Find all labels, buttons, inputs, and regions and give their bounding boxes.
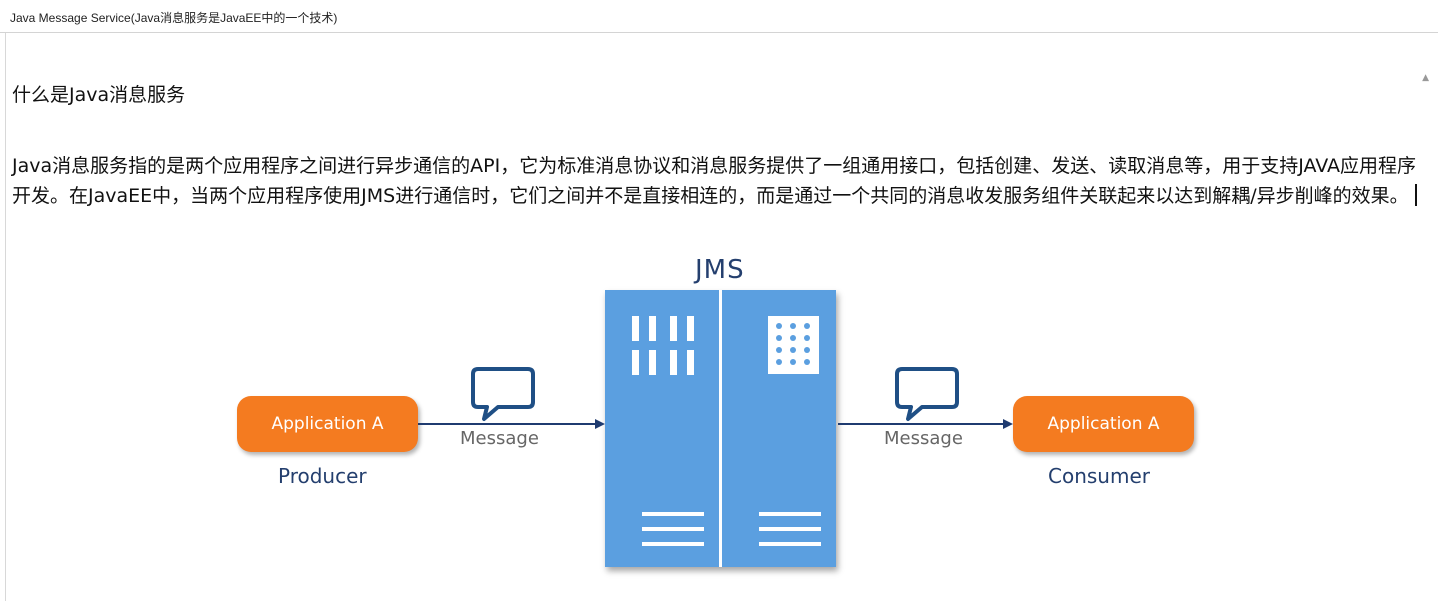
message-bubble-icon [471,367,535,421]
consumer-arrow-head [1003,419,1013,429]
server-divider [719,290,722,567]
producer-label: Producer [278,464,367,488]
message-label-right: Message [884,428,963,449]
message-label-left: Message [460,428,539,449]
paragraph-text: Java消息服务指的是两个应用程序之间进行异步通信的API，它为标准消息协议和消… [12,155,1417,207]
message-bubble-icon [895,367,959,421]
consumer-arrow [838,423,1004,425]
body-paragraph[interactable]: Java消息服务指的是两个应用程序之间进行异步通信的API，它为标准消息协议和消… [12,151,1430,211]
producer-arrow-head [595,419,605,429]
producer-arrow [418,423,596,425]
section-heading: 什么是Java消息服务 [12,84,186,106]
consumer-application: Application A [1013,396,1194,452]
text-cursor [1414,184,1417,206]
server-grid-icon [768,316,819,374]
jms-server-icon [605,290,836,567]
scroll-up-icon[interactable]: ▲ [1422,73,1429,83]
consumer-label: Consumer [1048,464,1150,488]
jms-label: JMS [695,255,745,285]
window-title: Java Message Service(Java消息服务是JavaEE中的一个… [10,11,338,25]
producer-application: Application A [237,396,418,452]
jms-diagram: JMS Application A Producer Message Messa… [0,240,1438,601]
title-bar: Java Message Service(Java消息服务是JavaEE中的一个… [0,0,1438,33]
